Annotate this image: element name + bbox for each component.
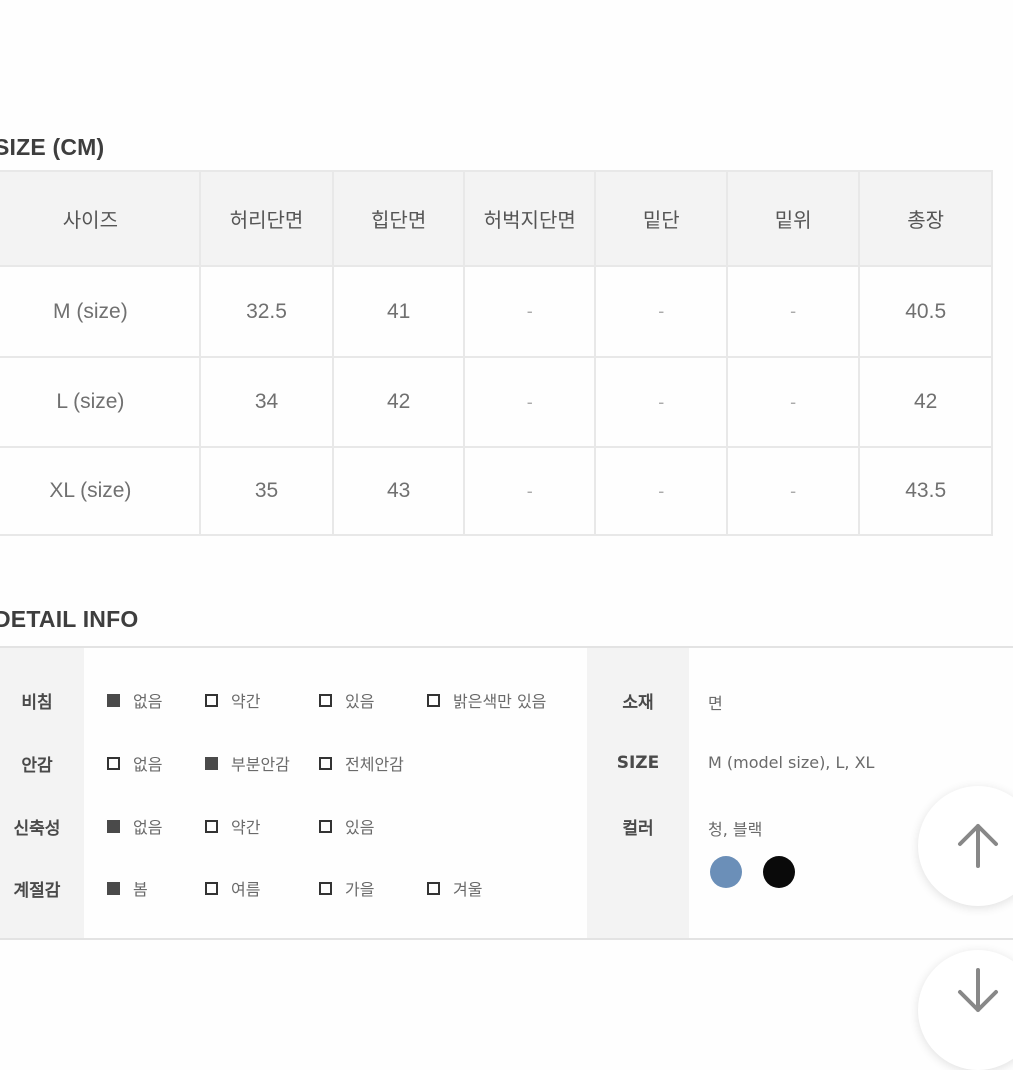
option-label: 부분안감 <box>231 755 290 774</box>
checkbox-option: 부분안감 <box>205 751 290 775</box>
size-value: M (model size), L, XL <box>708 753 875 772</box>
checkbox-icon <box>107 819 120 833</box>
checkbox-option: 여름 <box>205 876 260 900</box>
option-label: 약간 <box>231 818 261 837</box>
checkbox-option: 없음 <box>107 688 162 712</box>
material-label: 소재 <box>622 693 654 713</box>
checkbox-option: 겨울 <box>427 876 482 900</box>
size-cell: L (size) <box>0 356 201 448</box>
checkbox-icon <box>319 693 332 707</box>
option-label: 약간 <box>231 692 261 711</box>
attribute-label-column: 비침 안감 신축성 계절감 <box>0 648 84 938</box>
scroll-down-button[interactable] <box>918 950 1013 1070</box>
detail-section-title: DETAIL INFO <box>0 606 139 632</box>
option-label: 가을 <box>345 880 375 899</box>
table-cell: - <box>463 446 597 536</box>
arrow-up-icon <box>958 824 998 868</box>
table-cell: 42 <box>858 356 993 448</box>
table-row: XL (size) 35 43 - - - 43.5 <box>0 446 993 536</box>
checkbox-option: 전체안감 <box>319 751 404 775</box>
checkbox-icon <box>205 693 218 707</box>
table-cell: 43 <box>332 446 466 536</box>
checkbox-option: 약간 <box>205 814 260 838</box>
checkbox-option: 약간 <box>205 688 260 712</box>
checkbox-option: 있음 <box>319 814 374 838</box>
checkbox-icon <box>107 693 120 707</box>
checkbox-icon <box>107 881 120 895</box>
size-table-header-row: 사이즈 허리단면 힙단면 허벅지단면 밑단 밑위 총장 <box>0 170 993 267</box>
checkbox-icon <box>205 756 218 770</box>
checkbox-icon <box>107 756 120 770</box>
header-cell: 밑위 <box>725 170 861 267</box>
header-cell: 힙단면 <box>332 170 466 267</box>
table-row: L (size) 34 42 - - - 42 <box>0 356 993 448</box>
table-cell: - <box>594 356 728 448</box>
header-cell: 허벅지단면 <box>463 170 597 267</box>
table-row: M (size) 32.5 41 - - - 40.5 <box>0 265 993 358</box>
attribute-label: 계절감 <box>13 881 61 901</box>
option-label: 밝은색만 있음 <box>453 692 547 711</box>
checkbox-option: 있음 <box>319 688 374 712</box>
checkbox-icon <box>319 881 332 895</box>
checkbox-option: 없음 <box>107 814 162 838</box>
table-cell: - <box>594 265 728 358</box>
table-cell: - <box>725 265 861 358</box>
checkbox-icon <box>319 756 332 770</box>
material-value: 면 <box>708 694 723 713</box>
option-label: 없음 <box>133 755 163 774</box>
option-label: 있음 <box>345 818 375 837</box>
attribute-label: 비침 <box>21 693 53 713</box>
checkbox-icon <box>205 819 218 833</box>
option-label: 겨울 <box>453 880 483 899</box>
table-cell: - <box>463 265 597 358</box>
table-cell: 41 <box>332 265 466 358</box>
table-cell: 40.5 <box>858 265 993 358</box>
option-label: 전체안감 <box>345 755 404 774</box>
option-label: 여름 <box>231 880 261 899</box>
table-cell: 35 <box>198 446 335 536</box>
header-cell: 총장 <box>858 170 993 267</box>
attribute-label: 신축성 <box>13 819 61 839</box>
size-label: SIZE <box>616 753 660 773</box>
spec-label-column: 소재 SIZE 컬러 <box>587 648 689 938</box>
table-cell: - <box>725 446 861 536</box>
size-cell: XL (size) <box>0 446 201 536</box>
checkbox-option: 밝은색만 있음 <box>427 688 546 712</box>
option-label: 봄 <box>133 880 148 899</box>
option-label: 없음 <box>133 818 163 837</box>
option-label: 있음 <box>345 692 375 711</box>
color-swatch-blue <box>710 856 742 888</box>
checkbox-option: 봄 <box>107 876 148 900</box>
size-table: 사이즈 허리단면 힙단면 허벅지단면 밑단 밑위 총장 M (size) 32.… <box>0 170 993 536</box>
header-cell: 밑단 <box>594 170 728 267</box>
header-cell: 사이즈 <box>0 170 201 267</box>
color-swatch-black <box>763 856 795 888</box>
detail-info-panel: 비침 안감 신축성 계절감 없음 약간 있음 밝은색만 있음 없음 부분안감 전… <box>0 646 1013 940</box>
color-label: 컬러 <box>622 819 654 839</box>
table-cell: - <box>725 356 861 448</box>
checkbox-icon <box>319 819 332 833</box>
table-cell: 34 <box>198 356 335 448</box>
table-cell: - <box>463 356 597 448</box>
option-label: 없음 <box>133 692 163 711</box>
arrow-down-icon <box>958 968 998 1012</box>
size-section-title: SIZE (CM) <box>0 134 105 160</box>
size-cell: M (size) <box>0 265 201 358</box>
checkbox-option: 가을 <box>319 876 374 900</box>
table-cell: 42 <box>332 356 466 448</box>
checkbox-icon <box>427 693 440 707</box>
color-value: 청, 블랙 <box>708 820 763 839</box>
table-cell: 43.5 <box>858 446 993 536</box>
header-cell: 허리단면 <box>198 170 335 267</box>
checkbox-option: 없음 <box>107 751 162 775</box>
table-cell: - <box>594 446 728 536</box>
attribute-label: 안감 <box>21 756 53 776</box>
table-cell: 32.5 <box>198 265 335 358</box>
checkbox-icon <box>427 881 440 895</box>
checkbox-icon <box>205 881 218 895</box>
